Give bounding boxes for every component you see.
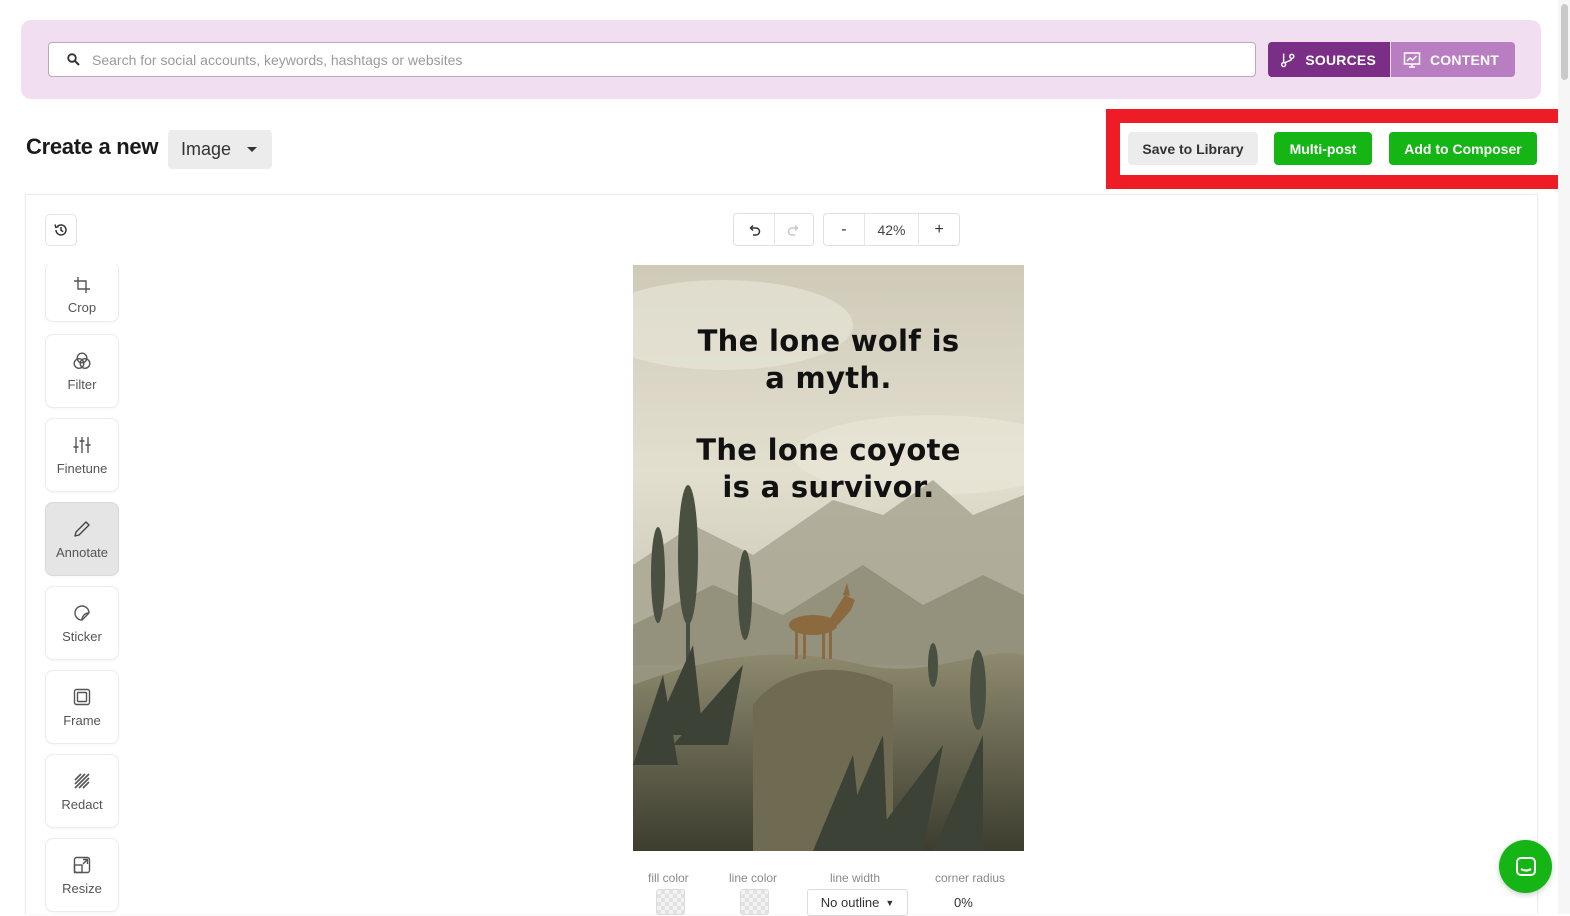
zoom-group: - 42% + <box>823 213 960 246</box>
media-type-value: Image <box>181 139 232 159</box>
tool-annotate[interactable]: Annotate <box>45 502 119 576</box>
content-chart-icon <box>1403 51 1421 68</box>
corner-radius-value[interactable]: 0% <box>954 895 973 910</box>
fill-color-label: fill color <box>648 871 689 885</box>
line-width-select[interactable]: No outline ▼ <box>807 889 908 916</box>
tool-label: Annotate <box>55 544 109 560</box>
line-width-label: line width <box>830 871 881 885</box>
undo-button[interactable] <box>734 214 774 245</box>
chat-icon <box>1515 856 1536 876</box>
tool-frame[interactable]: Frame <box>45 670 119 744</box>
tool-label: Frame <box>63 712 101 728</box>
sources-label: SOURCES <box>1305 51 1376 68</box>
tool-resize[interactable]: Resize <box>45 838 119 912</box>
search-box[interactable] <box>48 42 1256 77</box>
history-button[interactable] <box>45 214 77 246</box>
scrollbar-thumb[interactable] <box>1561 4 1568 80</box>
quote-line: is a survivor. <box>722 470 935 504</box>
crop-icon <box>74 276 90 293</box>
image-canvas[interactable]: The lone wolf is a myth. The lone coyote… <box>633 265 1024 851</box>
scrollbar[interactable] <box>1558 0 1570 914</box>
redo-icon <box>787 224 799 236</box>
tool-label: Finetune <box>56 460 108 476</box>
media-type-select[interactable]: Image <box>168 130 272 169</box>
branch-icon <box>1280 53 1295 67</box>
filter-icon <box>73 351 91 369</box>
line-color-swatch[interactable] <box>740 889 769 915</box>
save-to-library-button[interactable]: Save to Library <box>1128 132 1258 165</box>
frame-icon <box>73 688 91 705</box>
sticker-icon <box>74 604 90 621</box>
tool-label: Resize <box>62 880 102 896</box>
fill-color-swatch[interactable] <box>656 889 685 915</box>
top-search-bar: SOURCES CONTENT <box>21 20 1541 99</box>
redo-button[interactable] <box>773 214 814 245</box>
caret-down-icon: ▼ <box>885 897 895 908</box>
pencil-icon <box>74 520 90 537</box>
search-icon <box>67 53 80 66</box>
content-label: CONTENT <box>1430 51 1500 68</box>
zoom-in-button[interactable]: + <box>919 214 959 245</box>
quote-line: The lone wolf is <box>697 324 960 358</box>
tool-filter[interactable]: Filter <box>45 334 119 408</box>
tool-label: Filter <box>67 376 97 392</box>
multi-post-button[interactable]: Multi-post <box>1274 132 1372 165</box>
sliders-icon <box>73 436 91 453</box>
tool-sticker[interactable]: Sticker <box>45 586 119 660</box>
tool-finetune[interactable]: Finetune <box>45 418 119 492</box>
history-icon <box>54 224 67 236</box>
content-button[interactable]: CONTENT <box>1391 42 1515 77</box>
tool-label: Crop <box>67 299 97 315</box>
zoom-level: 42% <box>863 214 920 245</box>
line-width-value: No outline <box>820 895 880 910</box>
add-to-composer-button[interactable]: Add to Composer <box>1389 132 1537 165</box>
redact-icon <box>74 772 90 789</box>
undo-redo-group <box>733 213 814 246</box>
search-input[interactable] <box>92 51 1192 68</box>
quote-line: The lone coyote <box>696 433 961 467</box>
line-color-label: line color <box>729 871 778 885</box>
page-title: Create a new <box>26 134 159 159</box>
tool-label: Sticker <box>62 628 102 644</box>
zoom-out-button[interactable]: - <box>824 214 864 245</box>
corner-radius-label: corner radius <box>935 871 1006 885</box>
undo-icon <box>749 224 760 236</box>
tool-label: Redact <box>61 796 103 812</box>
caret-down-icon <box>247 147 258 152</box>
tool-redact[interactable]: Redact <box>45 754 119 828</box>
resize-icon <box>73 856 91 873</box>
quote-line: a myth. <box>765 361 892 395</box>
chat-launcher-button[interactable] <box>1499 840 1552 893</box>
sources-button[interactable]: SOURCES <box>1268 42 1390 77</box>
tool-crop[interactable]: Crop <box>45 262 119 322</box>
